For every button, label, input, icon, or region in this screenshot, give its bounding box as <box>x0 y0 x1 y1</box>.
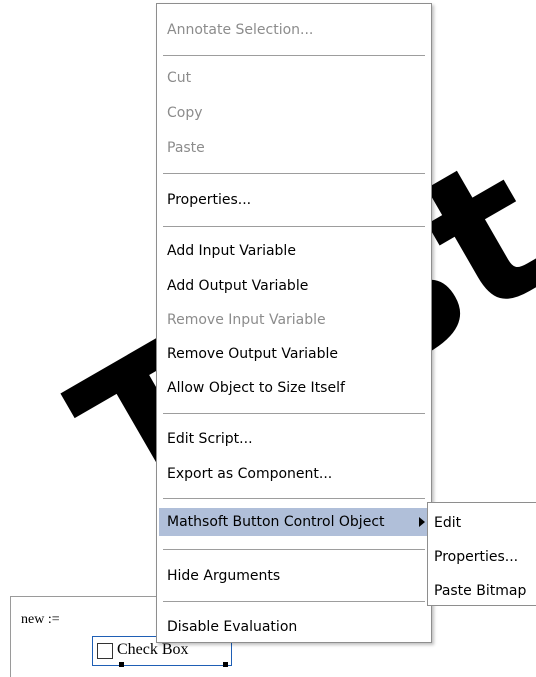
menu-separator <box>163 226 425 227</box>
resize-handle[interactable] <box>119 662 124 667</box>
menu-separator <box>163 498 425 499</box>
submenu-item-paste-bitmap[interactable]: Paste Bitmap <box>430 577 526 605</box>
menu-item-allow-object-to-size-itself[interactable]: Allow Object to Size Itself <box>159 374 429 402</box>
menu-item-add-input-variable[interactable]: Add Input Variable <box>159 237 429 265</box>
menu-item-export-as-component[interactable]: Export as Component... <box>159 460 429 488</box>
menu-separator <box>163 549 425 550</box>
checkbox-square[interactable] <box>97 643 113 659</box>
checkbox-label: Check Box <box>117 641 189 658</box>
menu-item-properties[interactable]: Properties... <box>159 186 429 214</box>
menu-item-paste[interactable]: Paste <box>159 134 429 162</box>
menu-item-disable-evaluation[interactable]: Disable Evaluation <box>159 613 429 641</box>
menu-separator <box>163 173 425 174</box>
submenu-arrow-icon <box>419 517 425 527</box>
menu-item-remove-output-variable[interactable]: Remove Output Variable <box>159 340 429 368</box>
menu-separator <box>163 413 425 414</box>
menu-item-hide-arguments[interactable]: Hide Arguments <box>159 562 429 590</box>
worksheet-expression: new := <box>21 612 60 627</box>
menu-item-annotate-selection[interactable]: Annotate Selection... <box>159 16 429 44</box>
menu-separator <box>163 55 425 56</box>
menu-item-remove-input-variable[interactable]: Remove Input Variable <box>159 306 429 334</box>
menu-separator <box>163 601 425 602</box>
menu-item-add-output-variable[interactable]: Add Output Variable <box>159 272 429 300</box>
menu-item-label: Mathsoft Button Control Object <box>167 514 385 530</box>
menu-item-edit-script[interactable]: Edit Script... <box>159 425 429 453</box>
submenu-item-edit[interactable]: Edit <box>430 509 461 537</box>
submenu: Edit Properties... Paste Bitmap <box>427 502 536 606</box>
resize-handle[interactable] <box>223 662 228 667</box>
submenu-item-properties[interactable]: Properties... <box>430 543 518 571</box>
menu-item-cut[interactable]: Cut <box>159 64 429 92</box>
context-menu: Annotate Selection... Cut Copy Paste Pro… <box>156 3 432 643</box>
menu-item-copy[interactable]: Copy <box>159 99 429 127</box>
menu-item-mathsoft-button-control-object[interactable]: Mathsoft Button Control Object <box>159 508 429 536</box>
